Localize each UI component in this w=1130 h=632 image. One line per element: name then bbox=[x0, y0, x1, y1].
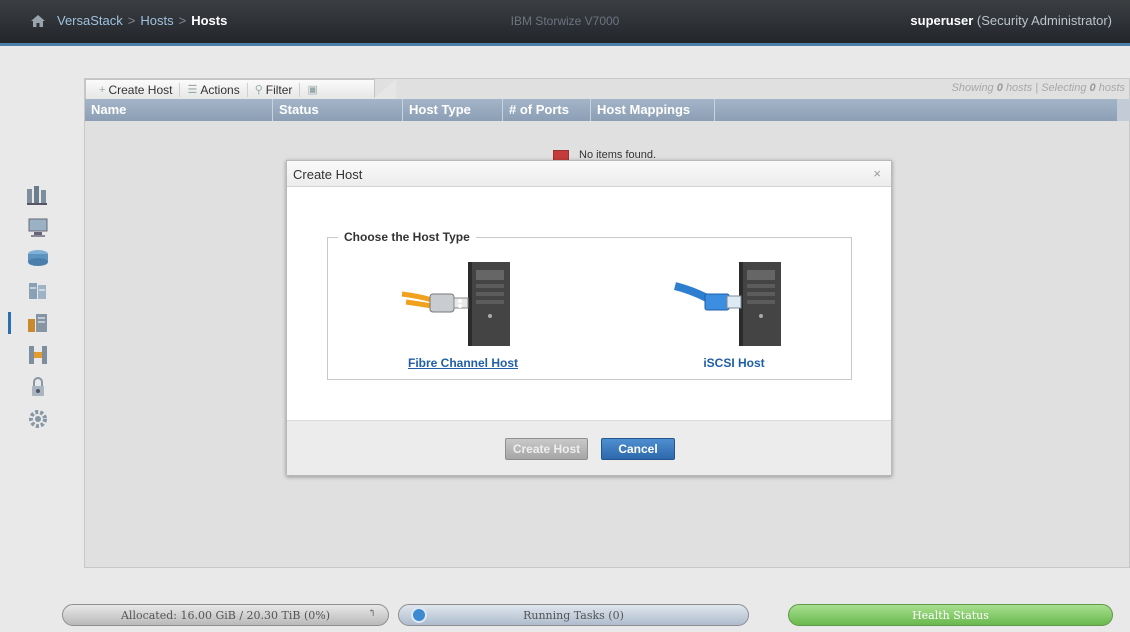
create-host-label: Create Host bbox=[108, 82, 173, 97]
fibre-channel-host-option[interactable]: Fibre Channel Host bbox=[388, 256, 538, 370]
sidebar-item-access[interactable] bbox=[18, 340, 58, 370]
create-host-dialog: Create Host × Choose the Host Type Fibre… bbox=[286, 160, 892, 476]
create-host-toolbar-button[interactable]: + Create Host bbox=[92, 82, 181, 97]
dialog-footer: Create Host Cancel bbox=[287, 420, 891, 475]
allocated-capacity-label: Allocated: 16.00 GiB / 20.30 TiB (0%) bbox=[120, 608, 331, 622]
column-header-ports[interactable]: # of Ports bbox=[503, 99, 591, 121]
settings-icon bbox=[29, 410, 47, 428]
hosts-count: 0 bbox=[996, 82, 1003, 94]
tasks-icon bbox=[411, 607, 427, 623]
iscsi-server-icon bbox=[674, 262, 781, 346]
top-bar: VersaStack > Hosts > Hosts IBM Storwize … bbox=[0, 0, 1130, 46]
lock-icon bbox=[32, 377, 44, 396]
column-header-host-mappings[interactable]: Host Mappings bbox=[591, 99, 715, 121]
user-role: (Security Administrator) bbox=[976, 13, 1112, 28]
actions-label: Actions bbox=[200, 82, 240, 97]
filter-button[interactable]: ⚲ Filter bbox=[248, 82, 301, 97]
column-chooser-icon[interactable] bbox=[1117, 99, 1130, 121]
running-tasks-bar[interactable]: Running Tasks (0) bbox=[398, 604, 749, 626]
copy-services-icon bbox=[28, 314, 47, 332]
warning-icon bbox=[553, 149, 569, 161]
fibre-channel-server-icon bbox=[401, 262, 510, 346]
breadcrumb-current: Hosts bbox=[191, 13, 228, 28]
pools-icon bbox=[28, 218, 48, 237]
close-icon[interactable]: × bbox=[873, 166, 881, 181]
dialog-header: Create Host × bbox=[287, 161, 891, 187]
filter-label: Filter bbox=[265, 82, 293, 97]
fibre-channel-host-label: Fibre Channel Host bbox=[407, 356, 518, 370]
column-header-spacer bbox=[715, 99, 1117, 121]
actions-menu-button[interactable]: ☰ Actions bbox=[180, 82, 248, 97]
search-icon: ⚲ bbox=[254, 84, 263, 96]
table-header: Name Status Host Type # of Ports Host Ma… bbox=[85, 99, 1130, 121]
home-icon[interactable] bbox=[30, 14, 46, 28]
sidebar-item-hosts[interactable] bbox=[18, 276, 58, 306]
breadcrumb-hosts[interactable]: Hosts bbox=[140, 13, 173, 28]
sidebar-nav bbox=[8, 180, 62, 436]
selected-count: 0 bbox=[1089, 82, 1096, 94]
breadcrumb-separator: > bbox=[127, 13, 136, 28]
monitoring-icon bbox=[27, 186, 47, 205]
save-icon: ▣ bbox=[307, 84, 318, 96]
breadcrumb: VersaStack > Hosts > Hosts bbox=[30, 13, 227, 28]
user-name: superuser bbox=[910, 13, 974, 28]
iscsi-host-option[interactable]: iSCSI Host bbox=[659, 256, 809, 370]
allocated-capacity-bar[interactable]: Allocated: 16.00 GiB / 20.30 TiB (0%) ↰ bbox=[62, 604, 389, 626]
dialog-title: Create Host bbox=[293, 167, 363, 182]
showing-summary: Showing 0 hosts | Selecting 0 hosts bbox=[951, 82, 1125, 94]
column-header-host-type[interactable]: Host Type bbox=[403, 99, 503, 121]
user-info[interactable]: superuser (Security Administrator) bbox=[910, 13, 1112, 28]
breadcrumb-separator: > bbox=[178, 13, 187, 28]
sidebar-item-volumes[interactable] bbox=[18, 244, 58, 274]
iscsi-host-label: iSCSI Host bbox=[703, 356, 765, 370]
plus-icon: + bbox=[99, 83, 106, 96]
showing-prefix: Showing bbox=[951, 82, 994, 94]
sidebar-item-security[interactable] bbox=[18, 372, 58, 402]
export-button[interactable]: ▣ bbox=[300, 83, 324, 97]
health-status-label: Health Status bbox=[912, 608, 989, 622]
access-icon bbox=[29, 346, 47, 364]
toolbar: + Create Host ☰ Actions ⚲ Filter ▣ bbox=[85, 79, 396, 100]
host-type-legend: Choose the Host Type bbox=[338, 230, 476, 244]
health-status-bar[interactable]: Health Status bbox=[788, 604, 1113, 626]
sidebar-item-copy-services[interactable] bbox=[8, 308, 58, 338]
column-header-name[interactable]: Name bbox=[85, 99, 273, 121]
selected-label: hosts bbox=[1098, 82, 1125, 94]
expand-arrow-icon: ↰ bbox=[367, 608, 376, 619]
cancel-button[interactable]: Cancel bbox=[601, 438, 675, 460]
hosts-label: hosts | Selecting bbox=[1005, 82, 1087, 94]
running-tasks-label: Running Tasks (0) bbox=[523, 608, 624, 622]
list-icon: ☰ bbox=[187, 84, 198, 96]
column-header-status[interactable]: Status bbox=[273, 99, 403, 121]
host-type-group: Choose the Host Type Fibre Channel Host bbox=[327, 230, 852, 380]
volumes-icon bbox=[28, 250, 48, 266]
create-host-button[interactable]: Create Host bbox=[505, 438, 588, 460]
hosts-icon bbox=[29, 283, 46, 299]
sidebar-item-monitoring[interactable] bbox=[18, 180, 58, 210]
sidebar-item-pools[interactable] bbox=[18, 212, 58, 242]
breadcrumb-versastack[interactable]: VersaStack bbox=[57, 13, 123, 28]
sidebar-item-settings[interactable] bbox=[18, 404, 58, 434]
